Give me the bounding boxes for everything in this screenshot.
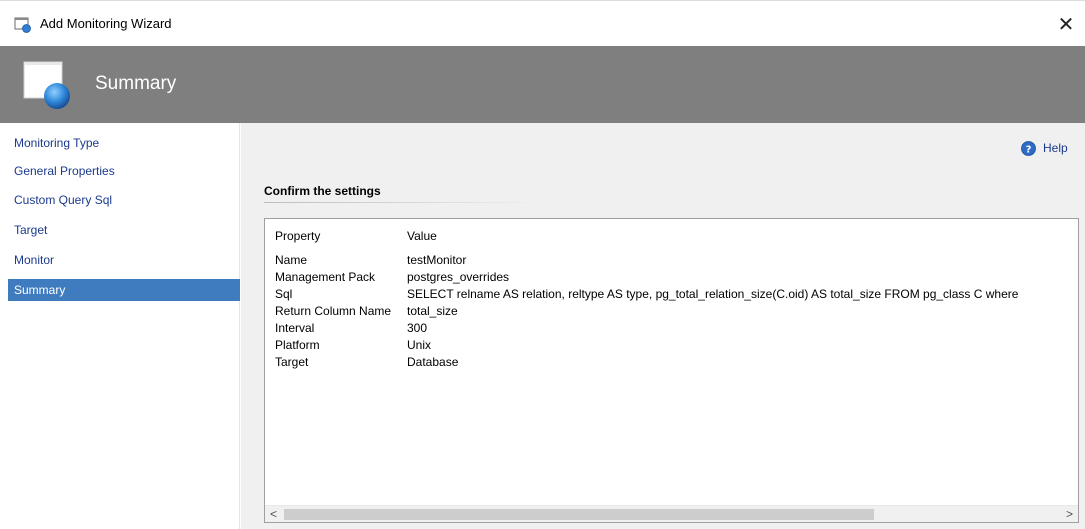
property-cell: Interval — [275, 321, 315, 335]
scroll-right-arrow[interactable]: > — [1061, 506, 1078, 522]
section-heading: Confirm the settings — [264, 184, 381, 198]
section-divider — [264, 202, 544, 203]
page-title: Summary — [95, 73, 177, 94]
nav-item-summary[interactable]: Summary — [8, 279, 240, 301]
wizard-page-icon — [23, 61, 70, 109]
property-cell: Sql — [275, 287, 293, 301]
help-label: Help — [1043, 141, 1068, 155]
value-cell: postgres_overrides — [407, 270, 510, 284]
wizard-step-nav: Monitoring Type General Properties Custo… — [0, 123, 240, 529]
nav-item-general-properties[interactable]: General Properties — [8, 160, 240, 182]
horizontal-scrollbar[interactable]: < > — [265, 505, 1078, 522]
scroll-left-arrow[interactable]: < — [265, 506, 282, 522]
nav-item-custom-query-sql[interactable]: Custom Query Sql — [8, 189, 240, 211]
list-header: Property Value — [265, 229, 1078, 247]
property-cell: Management Pack — [275, 270, 376, 284]
window-title: Add Monitoring Wizard — [40, 16, 172, 31]
help-icon: ? — [1021, 141, 1036, 156]
list-row: Sql SELECT relname AS relation, reltype … — [265, 287, 1078, 303]
nav-item-monitor[interactable]: Monitor — [8, 249, 240, 271]
nav-item-monitoring-type[interactable]: Monitoring Type — [8, 132, 240, 154]
value-cell: SELECT relname AS relation, reltype AS t… — [407, 287, 1019, 301]
scroll-thumb[interactable] — [284, 509, 874, 520]
column-header-value: Value — [407, 229, 437, 243]
value-cell: Database — [407, 355, 459, 369]
property-cell: Name — [275, 253, 308, 267]
property-cell: Platform — [275, 338, 320, 352]
list-row: Target Database — [265, 355, 1078, 371]
title-bar: Add Monitoring Wizard ✕ — [0, 0, 1085, 46]
property-cell: Return Column Name — [275, 304, 392, 318]
page-banner: Summary — [0, 46, 1085, 123]
value-cell: testMonitor — [407, 253, 467, 267]
settings-list[interactable]: Property Value Name testMonitor Manageme… — [264, 218, 1079, 523]
value-cell: Unix — [407, 338, 432, 352]
value-cell: 300 — [407, 321, 428, 335]
list-row: Interval 300 — [265, 321, 1078, 337]
column-header-property: Property — [275, 229, 321, 243]
close-button[interactable]: ✕ — [1052, 9, 1080, 39]
svg-text:?: ? — [1026, 144, 1032, 155]
value-cell: total_size — [407, 304, 458, 318]
content-pane: ? Help Confirm the settings Property Val… — [241, 123, 1085, 529]
nav-item-target[interactable]: Target — [8, 219, 240, 241]
wizard-window-icon — [14, 17, 31, 33]
list-row: Return Column Name total_size — [265, 304, 1078, 320]
list-row: Management Pack postgres_overrides — [265, 270, 1078, 286]
list-row: Name testMonitor — [265, 253, 1078, 269]
property-cell: Target — [275, 355, 309, 369]
list-row: Platform Unix — [265, 338, 1078, 354]
